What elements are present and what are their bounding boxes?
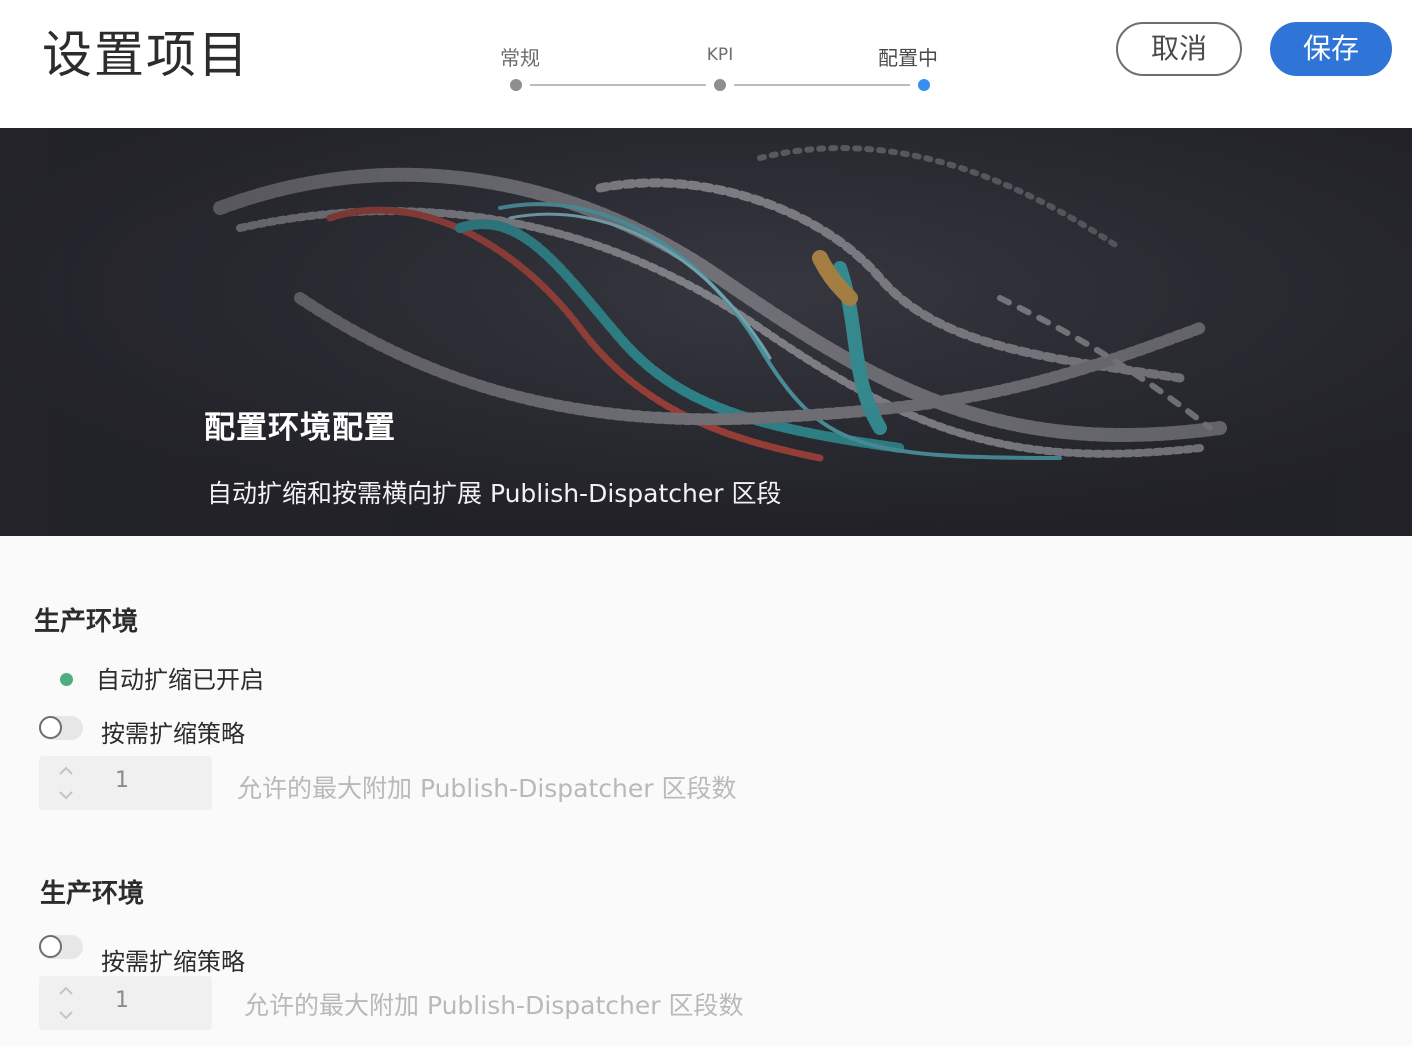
step-connector	[734, 84, 910, 86]
toggle-knob	[39, 935, 62, 958]
green-dot-icon	[60, 673, 73, 686]
stepper-value: 1	[115, 768, 129, 793]
autoscale-status-text: 自动扩缩已开启	[96, 666, 264, 694]
max-segments-stepper[interactable]: 1	[39, 976, 212, 1030]
step-label-general[interactable]: 常规	[500, 42, 540, 71]
on-demand-scaling-label: 按需扩缩策略	[101, 720, 245, 748]
stepper-value: 1	[115, 988, 129, 1013]
chevron-up-down-icon[interactable]	[57, 764, 75, 802]
hero-subtitle: 自动扩缩和按需横向扩展 Publish-Dispatcher 区段	[207, 479, 782, 508]
max-segments-label: 允许的最大附加 Publish-Dispatcher 区段数	[237, 774, 737, 803]
max-segments-label: 允许的最大附加 Publish-Dispatcher 区段数	[244, 991, 744, 1020]
section-title-production-2: 生产环境	[40, 879, 145, 909]
header-bar: 设置项目 常规 KPI 配置中 取消 保存	[0, 0, 1412, 128]
cancel-button[interactable]: 取消	[1116, 22, 1242, 76]
save-button[interactable]: 保存	[1270, 22, 1392, 76]
toggle-knob	[39, 716, 62, 739]
on-demand-scaling-toggle[interactable]	[39, 935, 83, 959]
section-title-production-1: 生产环境	[34, 607, 139, 637]
step-connector	[530, 84, 706, 86]
hero-title: 配置环境配置	[204, 410, 396, 446]
hero-banner: 配置环境配置 自动扩缩和按需横向扩展 Publish-Dispatcher 区段	[0, 128, 1412, 536]
max-segments-stepper[interactable]: 1	[39, 756, 212, 810]
on-demand-scaling-label: 按需扩缩策略	[101, 948, 245, 976]
chevron-up-down-icon[interactable]	[57, 984, 75, 1022]
step-label-configuring[interactable]: 配置中	[878, 42, 938, 71]
step-dot-kpi[interactable]	[714, 79, 726, 91]
step-dot-general[interactable]	[510, 79, 522, 91]
step-label-kpi[interactable]: KPI	[707, 45, 733, 65]
step-dot-configuring[interactable]	[918, 79, 930, 91]
on-demand-scaling-toggle[interactable]	[39, 716, 83, 740]
